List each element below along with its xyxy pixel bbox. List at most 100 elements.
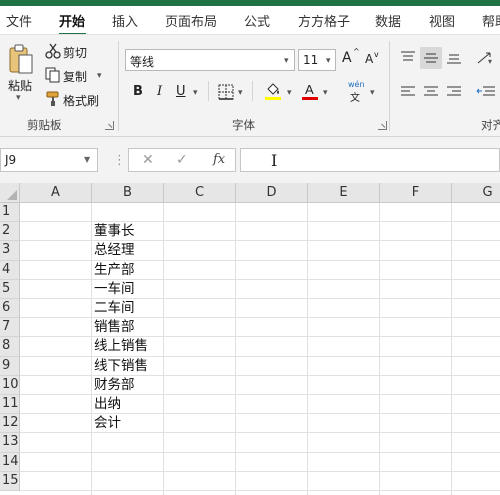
column-header[interactable]: B [92,183,164,203]
bold-button[interactable]: B [133,84,143,99]
cell-b12[interactable]: 会计 [94,414,121,433]
grow-font-caret-icon: ^ [353,47,360,56]
column-header[interactable]: G [452,183,500,203]
grow-font-button[interactable]: A [342,50,352,66]
align-center-icon[interactable] [423,85,439,99]
cell-b9[interactable]: 线下销售 [94,357,148,376]
column-header[interactable]: F [380,183,452,203]
clipboard-launcher-icon[interactable] [105,121,114,130]
name-box-value: J9 [5,153,17,167]
copy-dropdown-arrow[interactable]: ▾ [97,71,102,81]
cell-b4[interactable]: 生产部 [94,261,135,280]
formula-input[interactable]: I [240,148,500,172]
column-header[interactable]: D [236,183,308,203]
row-header[interactable]: 13 [0,433,20,453]
row-header[interactable]: 11 [0,395,20,415]
name-box-dropdown-icon[interactable]: ▼ [84,155,90,164]
cell-b7[interactable]: 销售部 [94,318,135,337]
row-header[interactable]: 6 [0,299,20,319]
tab-insert[interactable]: 插入 [112,11,138,30]
row-header[interactable]: 3 [0,241,20,261]
svg-text:▾: ▾ [488,57,492,65]
cut-label[interactable]: 剪切 [63,44,87,61]
fill-color-icon[interactable] [264,81,282,101]
insert-function-button[interactable]: fx [213,152,225,167]
paste-label[interactable]: 粘贴 [8,77,32,94]
font-color-dropdown-icon[interactable]: ▾ [323,88,328,98]
row-header[interactable]: 4 [0,260,20,280]
column-header[interactable]: C [164,183,236,203]
tab-page-layout[interactable]: 页面布局 [165,11,217,30]
orientation-icon[interactable]: ▾ [476,51,496,65]
cancel-icon[interactable]: ✕ [142,152,154,168]
align-top-icon[interactable] [400,50,416,64]
group-divider [118,41,119,131]
row-header[interactable]: 5 [0,279,20,299]
align-bottom-icon[interactable] [446,52,462,66]
font-launcher-icon[interactable] [378,121,387,130]
select-all-button[interactable] [0,183,20,203]
cell-b5[interactable]: 一车间 [94,280,135,299]
row-header[interactable]: 15 [0,471,20,491]
tab-file[interactable]: 文件 [6,11,32,30]
cell-b11[interactable]: 出纳 [94,395,121,414]
cell-b10[interactable]: 财务部 [94,376,135,395]
gridline [20,374,500,376]
format-painter-label[interactable]: 格式刷 [63,92,99,109]
borders-dropdown-icon[interactable]: ▾ [238,88,243,98]
row-header[interactable]: 10 [0,375,20,395]
tab-formulas[interactable]: 公式 [244,11,270,30]
formula-bar-grip-icon[interactable]: ⋮ [113,153,126,168]
tab-view[interactable]: 视图 [429,11,455,30]
paste-dropdown-arrow[interactable]: ▾ [16,93,21,103]
gridline [20,432,500,434]
row-header[interactable]: 12 [0,414,20,434]
cell-b2[interactable]: 董事长 [94,222,135,241]
tab-data[interactable]: 数据 [375,11,401,30]
shrink-font-caret-icon: v [374,50,379,59]
copy-label[interactable]: 复制 [63,68,87,85]
column-header[interactable]: E [308,183,380,203]
cell-b3[interactable]: 总经理 [94,241,135,260]
spreadsheet-grid[interactable]: A B C D E F G 1 2 3 4 5 6 7 8 9 10 11 12… [0,183,500,495]
underline-button[interactable]: U [176,84,186,99]
underline-dropdown-icon[interactable]: ▾ [193,88,198,98]
row-header[interactable]: 1 [0,203,20,223]
fill-color-dropdown-icon[interactable]: ▾ [287,88,292,98]
column-header[interactable]: A [20,183,92,203]
copy-icon[interactable] [45,67,61,83]
row-header[interactable]: 8 [0,337,20,357]
cut-icon[interactable] [45,43,61,59]
svg-text:A: A [305,82,314,97]
tab-fangfang[interactable]: 方方格子 [298,11,350,30]
tab-help[interactable]: 帮助 [482,11,500,30]
formula-bar: J9 ▼ ⋮ ✕ ✓ fx I [0,137,500,183]
align-right-icon[interactable] [446,85,462,99]
align-left-icon[interactable] [400,85,416,99]
row-header[interactable]: 7 [0,318,20,338]
row-header[interactable]: 14 [0,452,20,472]
italic-button[interactable]: I [157,84,162,99]
font-color-icon[interactable]: A [301,81,319,101]
decrease-indent-icon[interactable] [476,85,496,99]
cell-b8[interactable]: 线上销售 [94,337,148,356]
row-header[interactable]: 9 [0,356,20,376]
font-size-dropdown-icon[interactable]: ▾ [326,56,331,66]
clipboard-group-label: 剪贴板 [27,118,62,132]
font-name-dropdown-icon[interactable]: ▾ [284,56,289,66]
shrink-font-button[interactable]: A [365,52,373,66]
font-name-select[interactable]: 等线 [125,49,295,71]
row-header[interactable]: 2 [0,222,20,242]
font-name-value: 等线 [130,55,155,69]
format-painter-icon[interactable] [45,91,61,107]
gridline [20,355,500,357]
gridline [20,470,500,472]
tab-home[interactable]: 开始 [59,11,85,30]
font-group-label: 字体 [232,118,255,132]
cell-b6[interactable]: 二车间 [94,299,135,318]
text-cursor-icon: I [271,151,278,170]
paste-icon[interactable] [8,43,34,77]
borders-icon[interactable] [218,84,234,100]
enter-icon[interactable]: ✓ [176,152,188,168]
phonetic-dropdown-icon[interactable]: ▾ [370,88,375,98]
